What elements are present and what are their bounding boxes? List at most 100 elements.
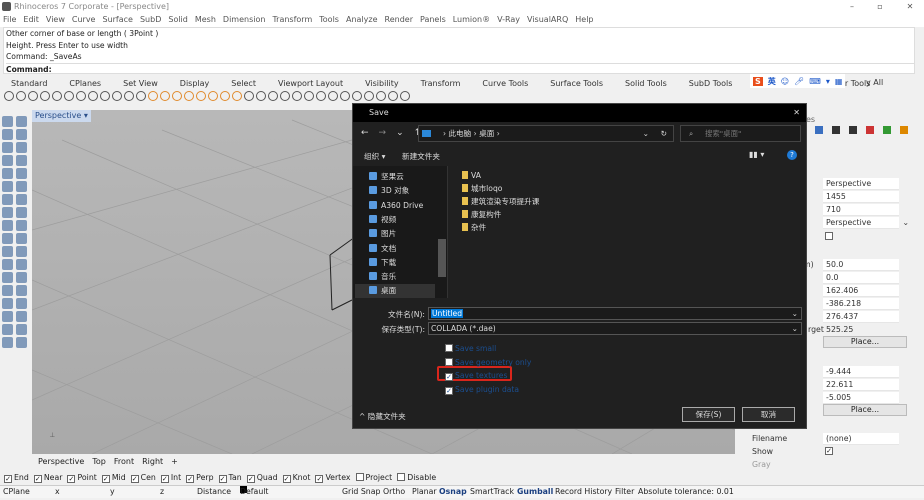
- menu-render[interactable]: Render: [385, 13, 413, 27]
- tab-perspective[interactable]: Perspective: [38, 455, 84, 468]
- osnap-checkbox[interactable]: ✓: [282, 475, 291, 483]
- target-place-button[interactable]: Place...: [823, 404, 907, 416]
- tool-icon[interactable]: [352, 91, 362, 101]
- tool-icon[interactable]: [2, 194, 13, 205]
- file-type-select[interactable]: COLLADA (*.dae) ⌄: [428, 322, 802, 335]
- tool-icon[interactable]: [160, 91, 170, 101]
- tool-icon[interactable]: [232, 91, 242, 101]
- osnap-checkbox[interactable]: ✓: [186, 475, 195, 483]
- chevron-down-icon[interactable]: ⌄: [643, 126, 649, 141]
- width-field[interactable]: 1455: [823, 191, 899, 203]
- help-icon[interactable]: ?: [787, 150, 797, 160]
- viewport-icon[interactable]: [815, 126, 823, 134]
- nav-item[interactable]: 音乐: [369, 270, 396, 284]
- menu-tools[interactable]: Tools: [319, 13, 339, 27]
- address-bar[interactable]: › 此电脑 › 桌面 › ⌄ ↻: [418, 125, 674, 142]
- menu-subd[interactable]: SubD: [140, 13, 161, 27]
- tool-icon[interactable]: [16, 194, 27, 205]
- title-field[interactable]: Perspective: [823, 178, 899, 190]
- tool-icon[interactable]: [208, 91, 218, 101]
- tab-right[interactable]: Right: [142, 455, 163, 468]
- tool-icon[interactable]: [184, 91, 194, 101]
- menu-dimension[interactable]: Dimension: [223, 13, 266, 27]
- folder-item[interactable]: 杂件: [462, 221, 486, 234]
- tool-icon[interactable]: [16, 311, 27, 322]
- tool-icon[interactable]: [2, 298, 13, 309]
- tool-icon[interactable]: [2, 233, 13, 244]
- search-input[interactable]: ⌕ 搜索"桌面": [680, 125, 801, 142]
- camera-z-field[interactable]: 276.437: [823, 311, 899, 323]
- osnap-int[interactable]: ✓ Int: [160, 472, 181, 484]
- osnap-checkbox[interactable]: [355, 473, 364, 481]
- toolbar-tab-curve-tools[interactable]: Curve Tools: [471, 77, 539, 90]
- osnap-perp[interactable]: ✓ Perp: [186, 472, 214, 484]
- osnap-quad[interactable]: ✓ Quad: [246, 472, 278, 484]
- maximize-button[interactable]: ▫: [870, 0, 890, 13]
- tool-icon[interactable]: [268, 91, 278, 101]
- tool-icon[interactable]: [16, 129, 27, 140]
- tool-icon[interactable]: [376, 91, 386, 101]
- organize-button[interactable]: 组织 ▾: [364, 151, 385, 162]
- toolbar-tab-cplanes[interactable]: CPlanes: [58, 77, 112, 90]
- tool-icon[interactable]: [16, 116, 27, 127]
- cancel-button[interactable]: 取消: [742, 407, 795, 422]
- tool-icon[interactable]: [2, 207, 13, 218]
- tool-icon[interactable]: [340, 91, 350, 101]
- tool-icon[interactable]: [28, 91, 38, 101]
- sun-icon[interactable]: [900, 126, 908, 134]
- scroll-thumb[interactable]: [438, 239, 446, 277]
- osnap-toggle[interactable]: Osnap: [439, 486, 467, 498]
- tool-icon[interactable]: [2, 246, 13, 257]
- menu-file[interactable]: File: [3, 13, 16, 27]
- tool-icon[interactable]: [2, 259, 13, 270]
- tool-icon[interactable]: [400, 91, 410, 101]
- tool-icon[interactable]: [16, 220, 27, 231]
- tool-icon[interactable]: [2, 311, 13, 322]
- camera-place-button[interactable]: Place...: [823, 336, 907, 348]
- folder-item[interactable]: 城市loqo: [462, 182, 502, 195]
- osnap-vertex[interactable]: ✓ Vertex: [315, 472, 351, 484]
- tool-icon[interactable]: [2, 142, 13, 153]
- emoji-icon[interactable]: ☺: [781, 77, 789, 86]
- tool-icon[interactable]: [16, 272, 27, 283]
- tool-icon[interactable]: [2, 220, 13, 231]
- camera-x-field[interactable]: 162.406: [823, 285, 899, 297]
- close-icon[interactable]: ✕: [793, 104, 800, 122]
- tool-icon[interactable]: [256, 91, 266, 101]
- environment-icon[interactable]: [883, 126, 891, 134]
- tool-icon[interactable]: [16, 324, 27, 335]
- tool-icon[interactable]: [244, 91, 254, 101]
- breadcrumb-desktop[interactable]: 桌面: [479, 129, 494, 138]
- option-checkbox[interactable]: ✓: [445, 373, 453, 381]
- tool-icon[interactable]: [40, 91, 50, 101]
- menu-edit[interactable]: Edit: [23, 13, 39, 27]
- tool-icon[interactable]: [316, 91, 326, 101]
- skin-icon[interactable]: ▾: [826, 77, 830, 86]
- tool-icon[interactable]: [328, 91, 338, 101]
- tool-icon[interactable]: [124, 91, 134, 101]
- sogou-logo-icon[interactable]: S: [753, 76, 763, 86]
- tool-icon[interactable]: [364, 91, 374, 101]
- folder-item[interactable]: 建筑渲染专项提升课: [462, 195, 539, 208]
- tool-icon[interactable]: [304, 91, 314, 101]
- target-y-field[interactable]: 22.611: [823, 379, 899, 391]
- folder-item[interactable]: 康复构件: [462, 208, 501, 221]
- osnap-checkbox[interactable]: ✓: [246, 475, 255, 483]
- tool-icon[interactable]: [136, 91, 146, 101]
- tool-icon[interactable]: [292, 91, 302, 101]
- viewport-title[interactable]: Perspective ▾: [32, 110, 91, 122]
- tool-icon[interactable]: [2, 116, 13, 127]
- osnap-knot[interactable]: ✓ Knot: [282, 472, 310, 484]
- osnap-checkbox[interactable]: [397, 473, 406, 481]
- nav-item[interactable]: 视频: [369, 213, 396, 227]
- menu-lumion[interactable]: Lumion®: [453, 13, 490, 27]
- tool-icon[interactable]: [2, 155, 13, 166]
- option-checkbox[interactable]: ✓: [445, 386, 453, 395]
- grid-snap-toggle[interactable]: Grid Snap: [342, 486, 380, 498]
- osnap-checkbox[interactable]: ✓: [130, 475, 139, 483]
- osnap-disable[interactable]: Disable: [397, 472, 436, 484]
- nav-item[interactable]: 3D 对象: [369, 184, 409, 198]
- lens-field[interactable]: 50.0: [823, 259, 899, 271]
- menu-analyze[interactable]: Analyze: [346, 13, 378, 27]
- osnap-checkbox[interactable]: ✓: [33, 475, 42, 483]
